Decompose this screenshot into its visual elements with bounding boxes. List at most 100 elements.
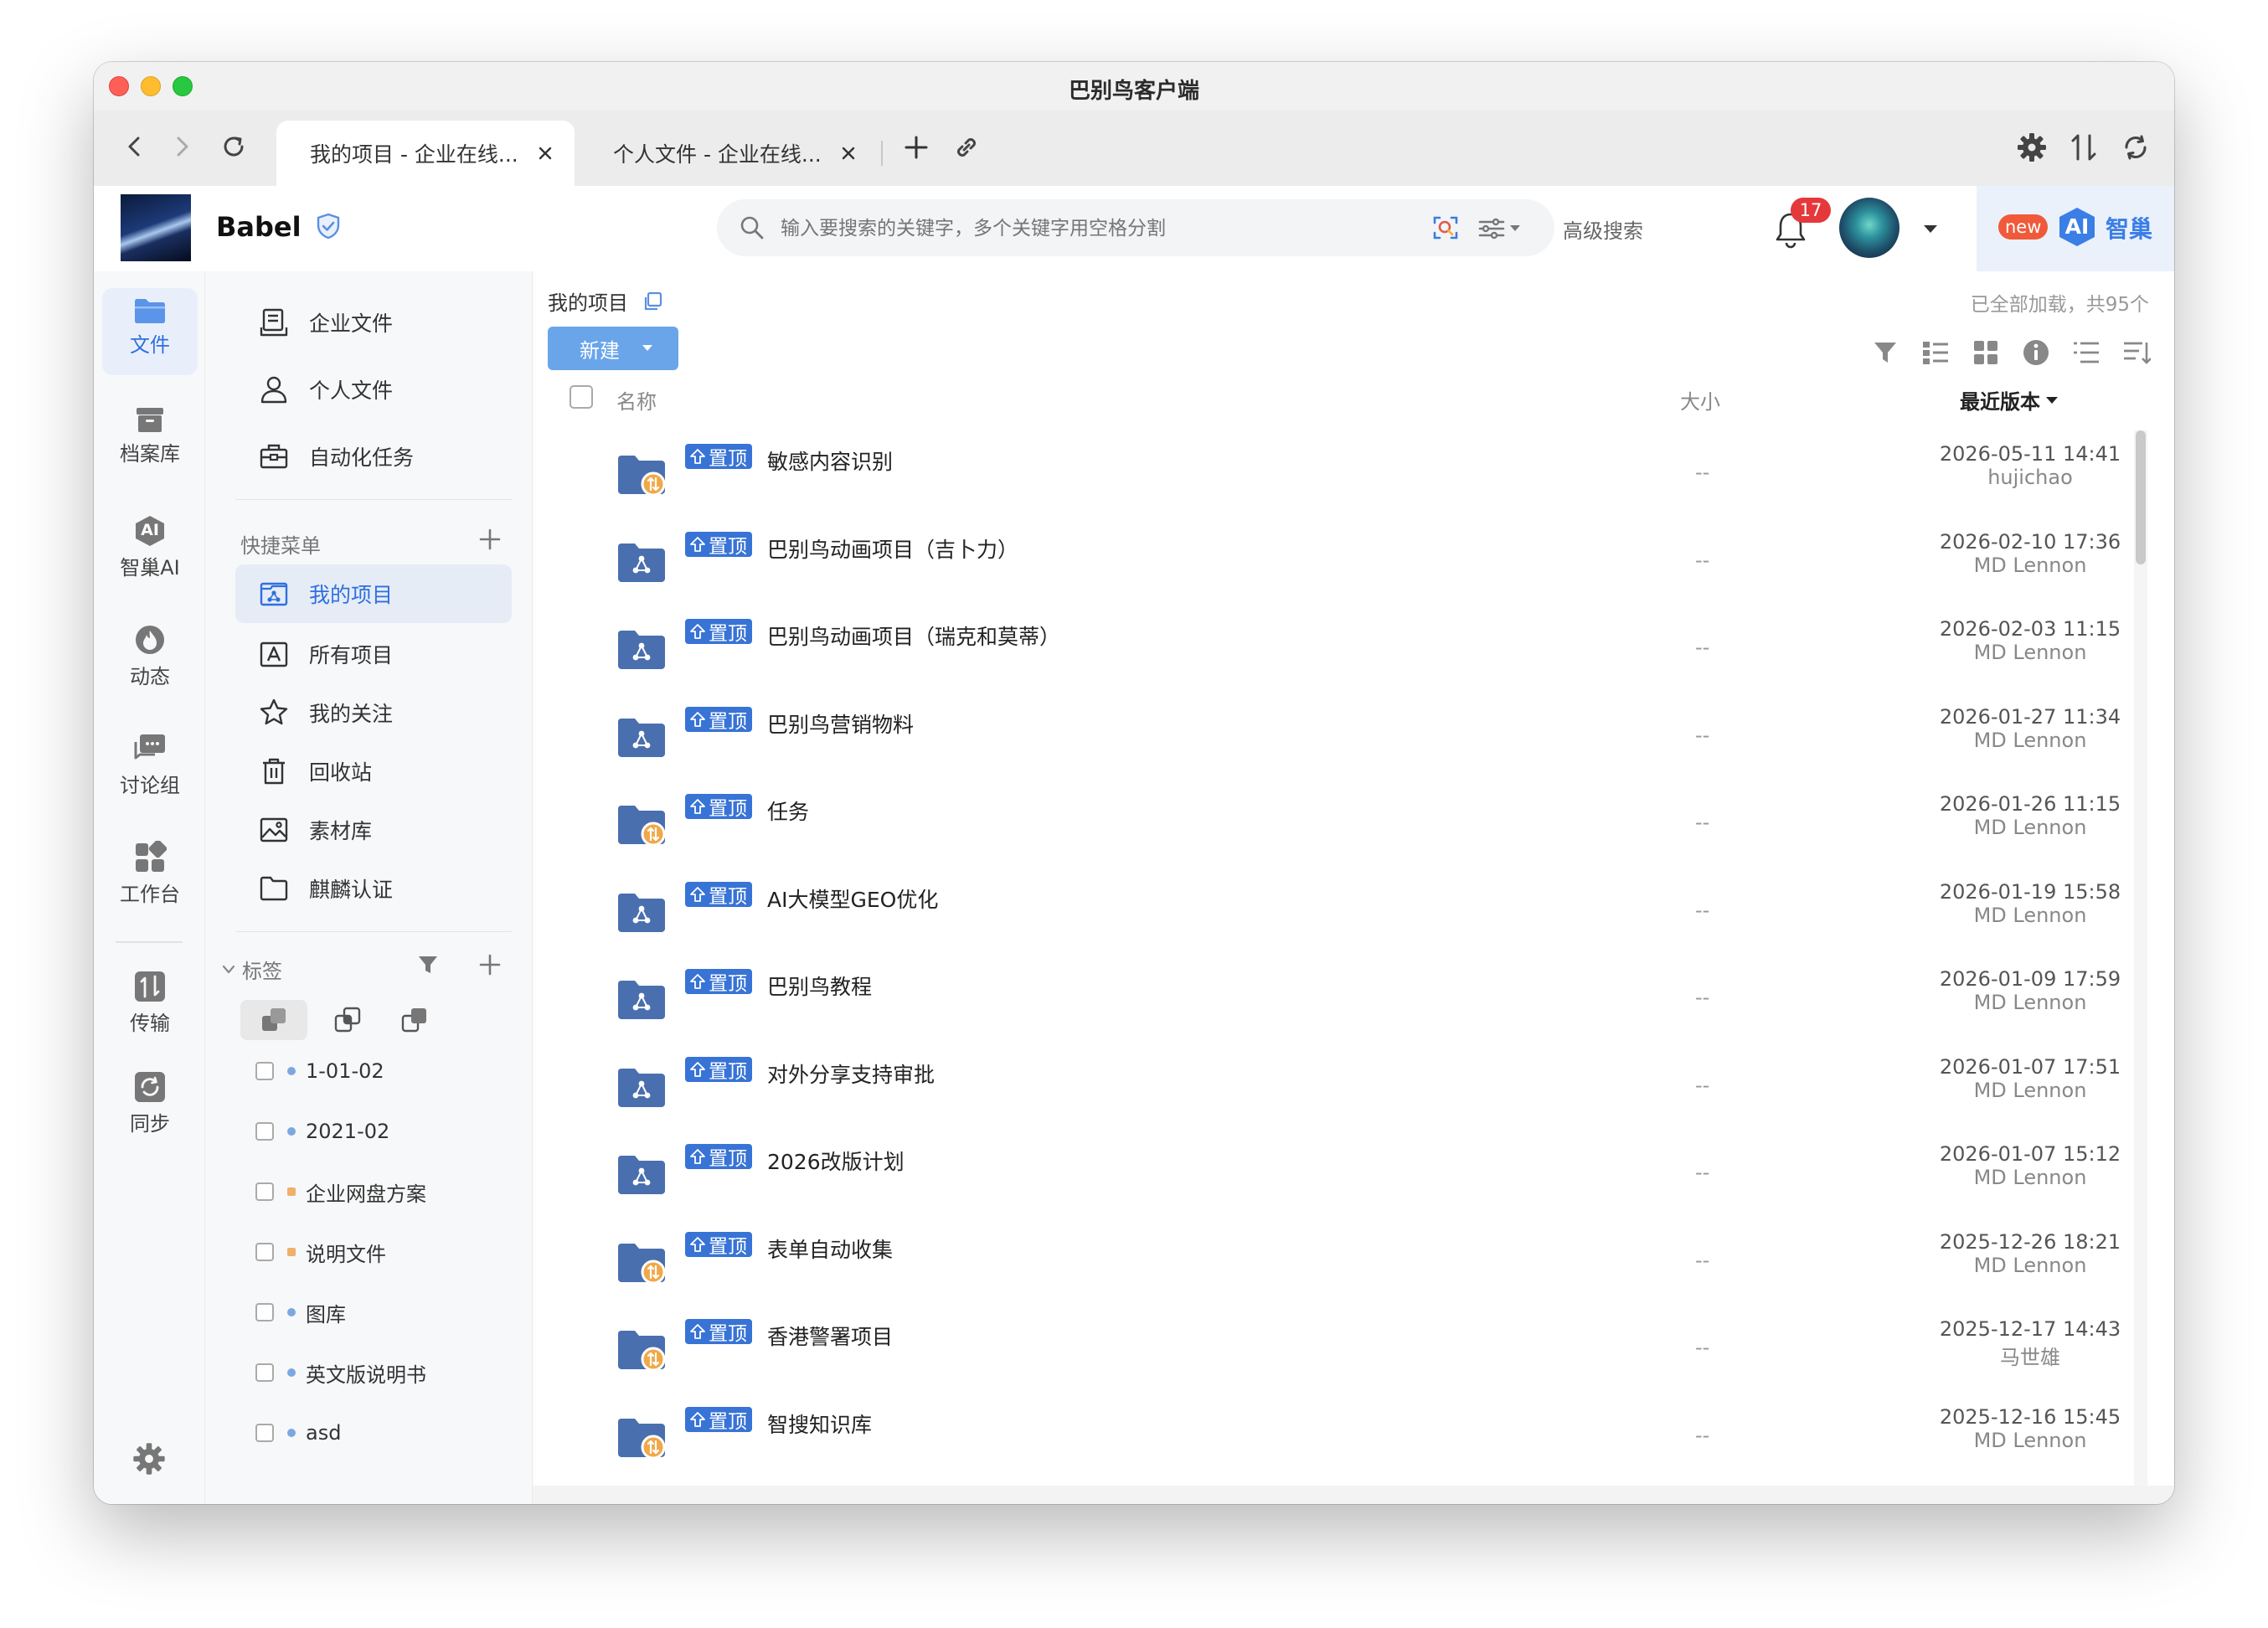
file-name[interactable]: 巴别鸟教程 bbox=[767, 971, 872, 1001]
table-row[interactable]: 置顶 巴别鸟动画项目（瑞克和莫蒂） -- 2026-02-03 11:15 MD Len… bbox=[548, 605, 2132, 693]
tag-checkbox[interactable] bbox=[255, 1243, 274, 1261]
file-name[interactable]: 任务 bbox=[767, 796, 809, 826]
tag-checkbox[interactable] bbox=[255, 1062, 274, 1080]
info-button[interactable] bbox=[2020, 337, 2052, 368]
grid-view-button[interactable] bbox=[1970, 337, 2002, 368]
file-name[interactable]: 2026改版计划 bbox=[767, 1146, 905, 1176]
nav-item-enterprise-files[interactable]: 企业文件 bbox=[235, 293, 512, 352]
tag-checkbox[interactable] bbox=[255, 1363, 274, 1382]
breadcrumb: 我的项目 bbox=[548, 286, 663, 316]
new-button[interactable]: 新建 bbox=[548, 327, 678, 370]
table-row[interactable]: 置顶 巴别鸟教程 -- 2026-01-09 17:59 MD Lennon bbox=[548, 956, 2132, 1043]
tag-checkbox[interactable] bbox=[255, 1424, 274, 1442]
pin-up-icon bbox=[690, 1324, 705, 1339]
tag-item[interactable]: 企业网盘方案 bbox=[255, 1171, 426, 1213]
sidebar-item-transfer[interactable]: 传输 bbox=[102, 961, 198, 1048]
sidebar-item-workbench[interactable]: 工作台 bbox=[102, 832, 198, 920]
tab-my-projects[interactable]: 我的项目 - 企业在线... bbox=[276, 121, 575, 186]
table-row[interactable]: 置顶 智搜知识库 -- 2025-12-16 15:45 MD Lennon bbox=[548, 1394, 2132, 1481]
tag-mode-intersect-button[interactable] bbox=[322, 1000, 373, 1040]
copy-link-button[interactable] bbox=[946, 127, 987, 167]
column-header-name[interactable]: 名称 bbox=[616, 385, 657, 415]
file-name[interactable]: 香港警署项目 bbox=[767, 1321, 893, 1351]
sidebar-item-discussion[interactable]: 讨论组 bbox=[102, 724, 198, 811]
file-list-scrollbar[interactable] bbox=[2134, 430, 2147, 1494]
sidebar-item-ai[interactable]: AI 智巢AI bbox=[102, 506, 198, 593]
file-name[interactable]: 巴别鸟营销物料 bbox=[767, 708, 914, 739]
tag-item[interactable]: 1-01-02 bbox=[255, 1050, 384, 1092]
sidebar-item-files[interactable]: 文件 bbox=[102, 288, 198, 375]
tag-item[interactable]: 2021-02 bbox=[255, 1110, 389, 1152]
avatar[interactable] bbox=[1839, 198, 1899, 258]
table-row[interactable]: 置顶 香港警署项目 -- 2025-12-17 14:43 马世雄 bbox=[548, 1306, 2132, 1393]
image-search-button[interactable] bbox=[1430, 213, 1461, 243]
file-name[interactable]: AI大模型GEO优化 bbox=[767, 884, 938, 914]
new-tab-button[interactable] bbox=[896, 127, 936, 167]
nav-item-personal-files[interactable]: 个人文件 bbox=[235, 360, 512, 419]
filter-button[interactable] bbox=[1869, 337, 1901, 368]
tab-personal-files[interactable]: 个人文件 - 企业在线... bbox=[580, 121, 878, 186]
add-quick-menu-button[interactable] bbox=[478, 528, 502, 554]
table-row[interactable]: 置顶 巴别鸟动画项目（吉卜力） -- 2026-02-10 17:36 MD Lenno… bbox=[548, 518, 2132, 605]
nav-item-my-follows[interactable]: 我的关注 bbox=[235, 683, 512, 742]
tag-item[interactable]: asd bbox=[255, 1412, 341, 1454]
forward-button[interactable] bbox=[162, 127, 201, 166]
file-name[interactable]: 对外分享支持审批 bbox=[767, 1059, 935, 1089]
table-row[interactable]: 置顶 AI大模型GEO优化 -- 2026-01-19 15:58 MD Lennon bbox=[548, 868, 2132, 956]
file-name[interactable]: 巴别鸟动画项目（瑞克和莫蒂） bbox=[767, 621, 1060, 651]
table-row[interactable]: 置顶 2026改版计划 -- 2026-01-07 15:12 MD Lennon bbox=[548, 1131, 2132, 1218]
settings-button[interactable] bbox=[2012, 127, 2052, 167]
tag-filter-button[interactable] bbox=[416, 953, 440, 980]
file-name[interactable]: 智搜知识库 bbox=[767, 1409, 872, 1439]
file-name[interactable]: 表单自动收集 bbox=[767, 1234, 893, 1264]
table-row[interactable]: 置顶 敏感内容识别 -- 2026-05-11 14:41 hujichao bbox=[548, 430, 2132, 518]
tag-item[interactable]: 图库 bbox=[255, 1291, 346, 1333]
tag-mode-union-button[interactable] bbox=[240, 1000, 307, 1040]
tab-close-button[interactable] bbox=[534, 142, 556, 164]
tag-item[interactable]: 说明文件 bbox=[255, 1231, 386, 1273]
back-button[interactable] bbox=[116, 127, 154, 166]
nav-item-all-projects[interactable]: 所有项目 bbox=[235, 625, 512, 683]
sidebar-item-archive[interactable]: 档案库 bbox=[102, 397, 198, 484]
tag-checkbox[interactable] bbox=[255, 1122, 274, 1141]
nav-item-kylin-certification[interactable]: 麒麟认证 bbox=[235, 859, 512, 918]
sidebar-item-sync[interactable]: 同步 bbox=[102, 1062, 198, 1149]
table-row[interactable]: 置顶 任务 -- 2026-01-26 11:15 MD Lennon bbox=[548, 781, 2132, 868]
sync-toolbar-button[interactable] bbox=[2116, 127, 2156, 167]
copy-path-icon[interactable] bbox=[642, 291, 663, 312]
table-row[interactable]: 置顶 对外分享支持审批 -- 2026-01-07 17:51 MD Lennon bbox=[548, 1043, 2132, 1131]
tag-mode-exclude-button[interactable] bbox=[389, 1000, 440, 1040]
tags-section-header[interactable]: 标签 bbox=[222, 955, 282, 984]
nav-item-my-projects[interactable]: 我的项目 bbox=[235, 564, 512, 623]
ai-entry-button[interactable]: new AI 智巢 bbox=[1977, 186, 2174, 271]
table-row[interactable]: 置顶 巴别鸟营销物料 -- 2026-01-27 11:34 MD Lennon bbox=[548, 693, 2132, 781]
column-header-size[interactable]: 大小 bbox=[1680, 385, 1720, 415]
scrollbar-thumb[interactable] bbox=[2136, 430, 2146, 564]
table-row[interactable]: 置顶 表单自动收集 -- 2025-12-26 18:21 MD Lennon bbox=[548, 1218, 2132, 1306]
transfer-toolbar-button[interactable] bbox=[2064, 127, 2104, 167]
file-name[interactable]: 敏感内容识别 bbox=[767, 446, 893, 476]
search-input[interactable] bbox=[779, 211, 1419, 246]
advanced-search-link[interactable]: 高级搜索 bbox=[1563, 214, 1643, 244]
file-name[interactable]: 巴别鸟动画项目（吉卜力） bbox=[767, 533, 1018, 564]
list-view-button[interactable] bbox=[1920, 337, 1951, 368]
select-all-checkbox[interactable] bbox=[570, 385, 593, 409]
nav-item-automation[interactable]: 自动化任务 bbox=[235, 427, 512, 486]
tag-item[interactable]: 英文版说明书 bbox=[255, 1352, 426, 1394]
tag-checkbox[interactable] bbox=[255, 1182, 274, 1201]
file-size: -- bbox=[1695, 811, 1710, 834]
nav-item-recycle-bin[interactable]: 回收站 bbox=[235, 742, 512, 801]
account-menu-caret-icon[interactable] bbox=[1923, 224, 1938, 234]
nav-item-asset-library[interactable]: 素材库 bbox=[235, 801, 512, 859]
outline-view-button[interactable] bbox=[2070, 337, 2102, 368]
breadcrumb-current[interactable]: 我的项目 bbox=[548, 286, 628, 316]
add-tag-button[interactable] bbox=[478, 953, 502, 980]
sidebar-item-activity[interactable]: 动态 bbox=[102, 615, 198, 702]
refresh-button[interactable] bbox=[214, 127, 253, 166]
tab-close-button[interactable] bbox=[838, 142, 859, 164]
column-header-version[interactable]: 最近版本 bbox=[1960, 385, 2059, 415]
sort-button[interactable] bbox=[2121, 337, 2152, 368]
tag-checkbox[interactable] bbox=[255, 1303, 274, 1321]
app-settings-button[interactable] bbox=[131, 1440, 168, 1477]
search-filter-dropdown[interactable] bbox=[1477, 214, 1528, 243]
